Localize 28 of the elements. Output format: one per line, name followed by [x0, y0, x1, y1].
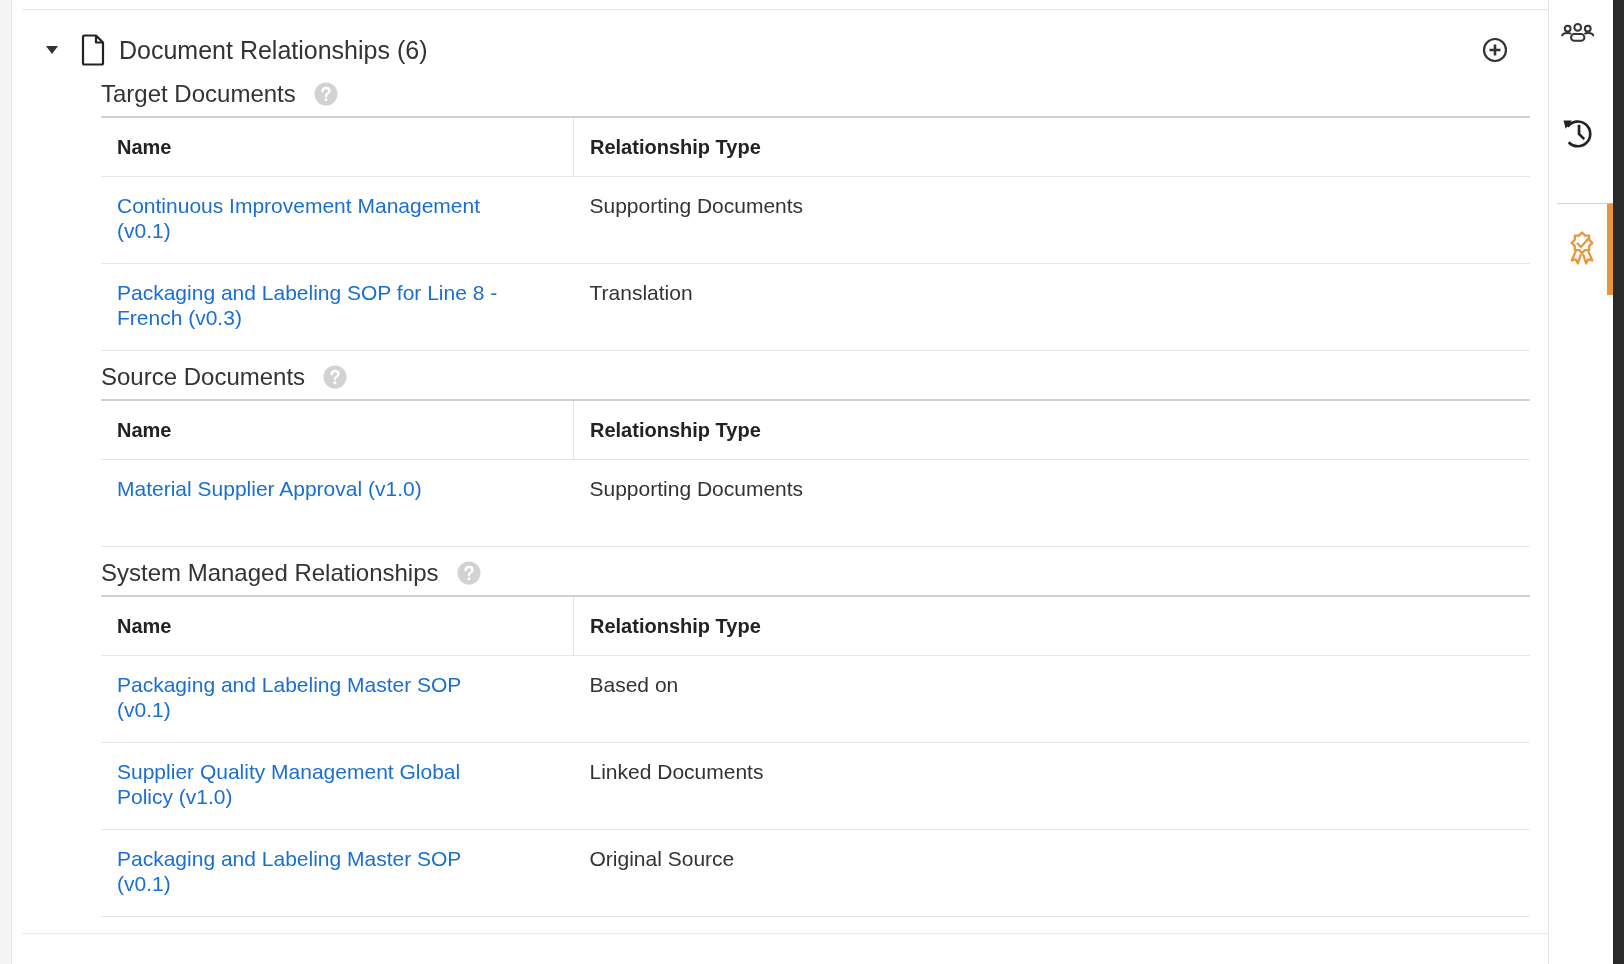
document-link[interactable]: Packaging and Labeling Master SOP (v0.1) [117, 846, 512, 896]
relationship-type: Linked Documents [589, 760, 764, 783]
document-link[interactable]: Continuous Improvement Management (v0.1) [117, 193, 512, 243]
group-title: Source Documents [101, 363, 306, 391]
relationship-type: Based on [589, 673, 679, 696]
column-header: Name [101, 117, 574, 177]
document-link[interactable]: Material Supplier Approval (v1.0) [117, 476, 422, 501]
relationship-type: Original Source [589, 847, 735, 870]
people-icon [1561, 23, 1595, 43]
column-header: Relationship Type [573, 400, 1530, 460]
column-header: Name [101, 400, 574, 460]
section-title: Document Relationships (6) [119, 35, 428, 65]
document-link[interactable]: Packaging and Labeling SOP for Line 8 - French (v0.3) [117, 280, 512, 330]
award-icon [1569, 231, 1595, 265]
document-link[interactable]: Supplier Quality Management Global Policy (v1.0) [117, 759, 512, 809]
history-icon [1562, 118, 1594, 150]
column-header: Name [101, 596, 574, 656]
group-title: System Managed Relationships [101, 559, 439, 587]
document-icon [81, 34, 105, 66]
column-header: Relationship Type [573, 596, 1530, 656]
caret-icon[interactable] [45, 45, 59, 55]
relationship-type: Supporting Documents [589, 477, 804, 500]
group-title: Target Documents [101, 80, 296, 108]
add-icon[interactable] [1482, 37, 1508, 63]
relationship-type: Translation [589, 281, 693, 304]
relationship-type: Supporting Documents [589, 194, 804, 217]
column-header: Relationship Type [573, 117, 1530, 177]
document-link[interactable]: Packaging and Labeling Master SOP (v0.1) [117, 672, 512, 722]
